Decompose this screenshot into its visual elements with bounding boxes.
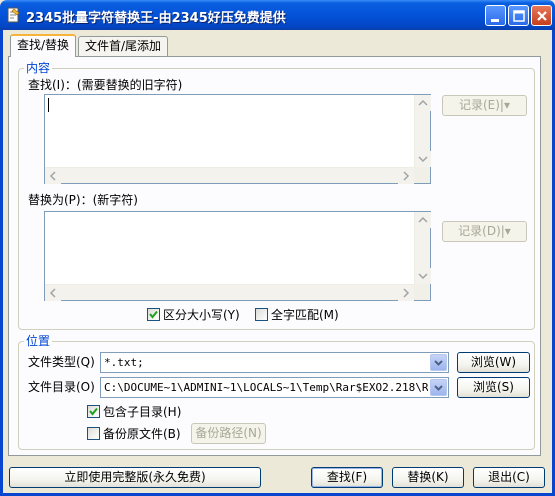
include-subdirs-label[interactable]: 包含子目录(H): [103, 405, 181, 419]
include-subdirs-checkbox[interactable]: [87, 405, 100, 418]
find-vertical-scrollbar[interactable]: [414, 95, 431, 167]
browse-dir-button[interactable]: 浏览(S): [457, 377, 530, 398]
scroll-down-icon[interactable]: [415, 151, 431, 167]
tab-find-replace[interactable]: 查找/替换: [10, 34, 77, 57]
case-sensitive-checkbox[interactable]: [147, 308, 160, 321]
backup-files-label[interactable]: 备份原文件(B): [103, 427, 181, 441]
backup-files-checkbox[interactable]: [87, 427, 100, 440]
file-type-label: 文件类型(Q): [28, 355, 95, 369]
chevron-down-icon: [434, 385, 443, 391]
replace-button[interactable]: 替换(K): [392, 467, 464, 488]
minimize-icon: [491, 19, 499, 22]
replace-textarea[interactable]: [44, 211, 431, 301]
close-icon: [537, 11, 547, 21]
find-record-button[interactable]: 记录(E)|▾: [442, 95, 527, 116]
scroll-right-icon[interactable]: [398, 285, 414, 301]
close-button[interactable]: [531, 5, 552, 26]
file-type-value: *.txt;: [104, 356, 144, 369]
full-version-button[interactable]: 立即使用完整版(永久免费): [9, 467, 261, 488]
file-dir-combo[interactable]: C:\DOCUME~1\ADMINI~1\LOCALS~1\Temp\Rar$E…: [100, 377, 449, 398]
location-group-label: 位置: [24, 334, 53, 348]
text-caret: [48, 98, 49, 112]
check-icon: [89, 407, 98, 416]
whole-word-checkbox[interactable]: [255, 308, 268, 321]
chevron-down-icon: [434, 360, 443, 366]
file-dir-value: C:\DOCUME~1\ADMINI~1\LOCALS~1\Temp\Rar$E…: [104, 381, 428, 394]
scroll-down-icon[interactable]: [415, 268, 431, 284]
scroll-right-icon[interactable]: [398, 168, 414, 184]
content-group-label: 内容: [24, 61, 53, 75]
scroll-up-icon[interactable]: [415, 95, 431, 111]
tab-file-head-tail[interactable]: 文件首/尾添加: [78, 36, 169, 56]
find-button[interactable]: 查找(F): [311, 467, 383, 488]
file-dir-label: 文件目录(O): [28, 380, 95, 394]
whole-word-label[interactable]: 全字匹配(M): [271, 308, 339, 322]
scroll-left-icon[interactable]: [45, 285, 61, 301]
find-label: 查找(I)：(需要替换的旧字符): [28, 78, 183, 92]
replace-horizontal-scrollbar[interactable]: [45, 284, 414, 301]
browse-file-type-button[interactable]: 浏览(W): [457, 352, 530, 373]
case-sensitive-label[interactable]: 区分大小写(Y): [163, 308, 240, 322]
minimize-button[interactable]: [485, 5, 506, 26]
backup-path-button[interactable]: 备份路径(N): [191, 423, 266, 444]
maximize-button[interactable]: [508, 5, 529, 26]
find-horizontal-scrollbar[interactable]: [45, 167, 414, 184]
scroll-up-icon[interactable]: [415, 212, 431, 228]
replace-label: 替换为(P)：(新字符): [28, 193, 138, 207]
replace-record-button[interactable]: 记录(D)|▾: [442, 221, 527, 242]
find-textarea[interactable]: [44, 94, 431, 184]
title-bar[interactable]: 2345批量字符替换王-由2345好压免费提供: [0, 0, 555, 30]
app-icon: [7, 7, 20, 23]
replace-vertical-scrollbar[interactable]: [414, 212, 431, 284]
scroll-left-icon[interactable]: [45, 168, 61, 184]
scroll-corner: [414, 284, 430, 300]
check-icon: [149, 310, 158, 319]
exit-button[interactable]: 退出(C): [473, 467, 545, 488]
maximize-icon: [513, 10, 525, 22]
scroll-corner: [414, 167, 430, 183]
file-dir-dropdown-button[interactable]: [430, 379, 447, 396]
window-title: 2345批量字符替换王-由2345好压免费提供: [26, 11, 286, 26]
file-type-combo[interactable]: *.txt;: [100, 352, 449, 373]
file-type-dropdown-button[interactable]: [430, 354, 447, 371]
